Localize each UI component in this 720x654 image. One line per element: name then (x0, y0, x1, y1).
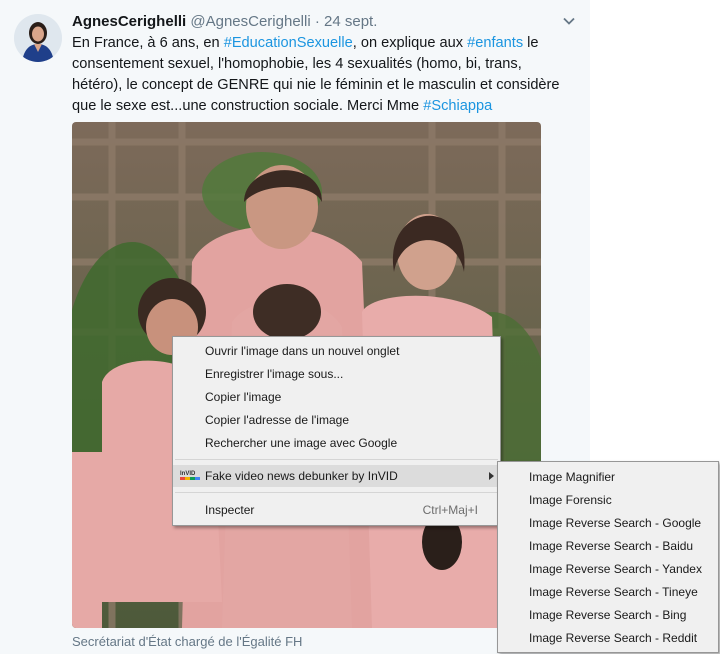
menu-item-label: Fake video news debunker by InVID (205, 469, 398, 483)
submenu-item-label: Image Forensic (529, 493, 612, 507)
chevron-down-icon[interactable] (562, 14, 576, 28)
submenu-item-label: Image Reverse Search - Reddit (529, 631, 698, 645)
invid-submenu: Image Magnifier Image Forensic Image Rev… (497, 461, 719, 653)
menu-item-label: Rechercher une image avec Google (205, 436, 398, 450)
menu-item-copy-image-address[interactable]: Copier l'adresse de l'image (173, 409, 500, 431)
menu-item-open-image-new-tab[interactable]: Ouvrir l'image dans un nouvel onglet (173, 340, 500, 362)
tweet-header: AgnesCerighelli @AgnesCerighelli · 24 se… (72, 13, 377, 30)
menu-item-label: Inspecter (205, 503, 255, 517)
context-menu: Ouvrir l'image dans un nouvel onglet Enr… (172, 336, 501, 526)
tweet-text-part: , on explique aux (352, 35, 468, 51)
tweet-text: En France, à 6 ans, en #EducationSexuell… (72, 33, 562, 117)
menu-item-search-image-google[interactable]: Rechercher une image avec Google (173, 432, 500, 454)
submenu-item-label: Image Magnifier (529, 470, 616, 484)
submenu-item-reverse-search-baidu[interactable]: Image Reverse Search - Baidu (498, 535, 718, 558)
hashtag-link[interactable]: #Schiappa (423, 98, 492, 114)
avatar[interactable] (14, 14, 62, 62)
menu-item-shortcut: Ctrl+Maj+I (422, 503, 478, 517)
tweet-date[interactable]: 24 sept. (324, 13, 377, 30)
submenu-item-reverse-search-reddit[interactable]: Image Reverse Search - Reddit (498, 627, 718, 650)
menu-item-save-image-as[interactable]: Enregistrer l'image sous... (173, 363, 500, 385)
submenu-item-label: Image Reverse Search - Tineye (529, 585, 698, 599)
submenu-item-reverse-search-tineye[interactable]: Image Reverse Search - Tineye (498, 581, 718, 604)
hashtag-link[interactable]: #EducationSexuelle (224, 35, 353, 51)
submenu-item-label: Image Reverse Search - Google (529, 516, 702, 530)
menu-item-copy-image[interactable]: Copier l'image (173, 386, 500, 408)
submenu-arrow-icon (489, 472, 494, 480)
submenu-item-label: Image Reverse Search - Bing (529, 608, 687, 622)
menu-item-label: Copier l'image (205, 390, 282, 404)
submenu-item-reverse-search-google[interactable]: Image Reverse Search - Google (498, 512, 718, 535)
submenu-item-label: Image Reverse Search - Baidu (529, 539, 694, 553)
dot-separator: · (314, 13, 320, 30)
author-handle[interactable]: @AgnesCerighelli (190, 13, 310, 30)
submenu-item-reverse-search-bing[interactable]: Image Reverse Search - Bing (498, 604, 718, 627)
submenu-item-image-magnifier[interactable]: Image Magnifier (498, 466, 718, 489)
menu-item-label: Copier l'adresse de l'image (205, 413, 349, 427)
menu-item-label: Enregistrer l'image sous... (205, 367, 344, 381)
menu-item-invid[interactable]: InVID Fake video news debunker by InVID (173, 465, 500, 487)
menu-item-inspect[interactable]: Inspecter Ctrl+Maj+I (173, 499, 500, 521)
submenu-item-image-forensic[interactable]: Image Forensic (498, 489, 718, 512)
menu-separator (175, 459, 498, 460)
tweet-text-part: En France, à 6 ans, en (72, 35, 224, 51)
menu-item-label: Ouvrir l'image dans un nouvel onglet (205, 344, 400, 358)
invid-icon: InVID (180, 471, 200, 481)
author-name[interactable]: AgnesCerighelli (72, 13, 186, 30)
photo-caption[interactable]: Secrétariat d'État chargé de l'Égalité F… (72, 634, 302, 649)
menu-separator (175, 492, 498, 493)
hashtag-link[interactable]: #enfants (467, 35, 523, 51)
submenu-item-label: Image Reverse Search - Yandex (529, 562, 702, 576)
submenu-item-reverse-search-yandex[interactable]: Image Reverse Search - Yandex (498, 558, 718, 581)
